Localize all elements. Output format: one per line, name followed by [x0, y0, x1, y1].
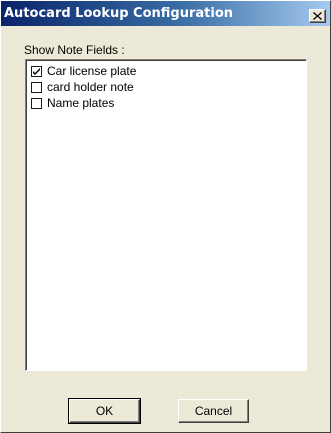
close-button[interactable] — [309, 9, 326, 23]
cancel-button[interactable]: Cancel — [178, 399, 249, 423]
show-note-fields-label: Show Note Fields : — [24, 43, 125, 57]
list-item-card-holder-note[interactable]: card holder note — [26, 79, 306, 95]
checkbox-card-holder-note[interactable] — [31, 81, 42, 93]
list-item-car-license-plate[interactable]: Car license plate — [26, 63, 306, 79]
ok-button[interactable]: OK — [68, 398, 141, 424]
close-icon — [313, 12, 322, 20]
window-title: Autocard Lookup Configuration — [4, 6, 234, 21]
list-item-label: Name plates — [47, 96, 115, 110]
list-item-label: Car license plate — [47, 64, 137, 78]
note-fields-listbox[interactable]: Car license plate card holder note Name … — [25, 59, 307, 371]
config-dialog: Autocard Lookup Configuration Show Note … — [0, 0, 331, 433]
checkbox-car-license-plate[interactable] — [31, 65, 42, 77]
checkbox-name-plates[interactable] — [31, 97, 42, 109]
list-item-name-plates[interactable]: Name plates — [26, 95, 306, 111]
title-bar[interactable]: Autocard Lookup Configuration — [1, 1, 330, 26]
list-item-label: card holder note — [47, 80, 134, 94]
checkmark-icon — [33, 67, 40, 75]
